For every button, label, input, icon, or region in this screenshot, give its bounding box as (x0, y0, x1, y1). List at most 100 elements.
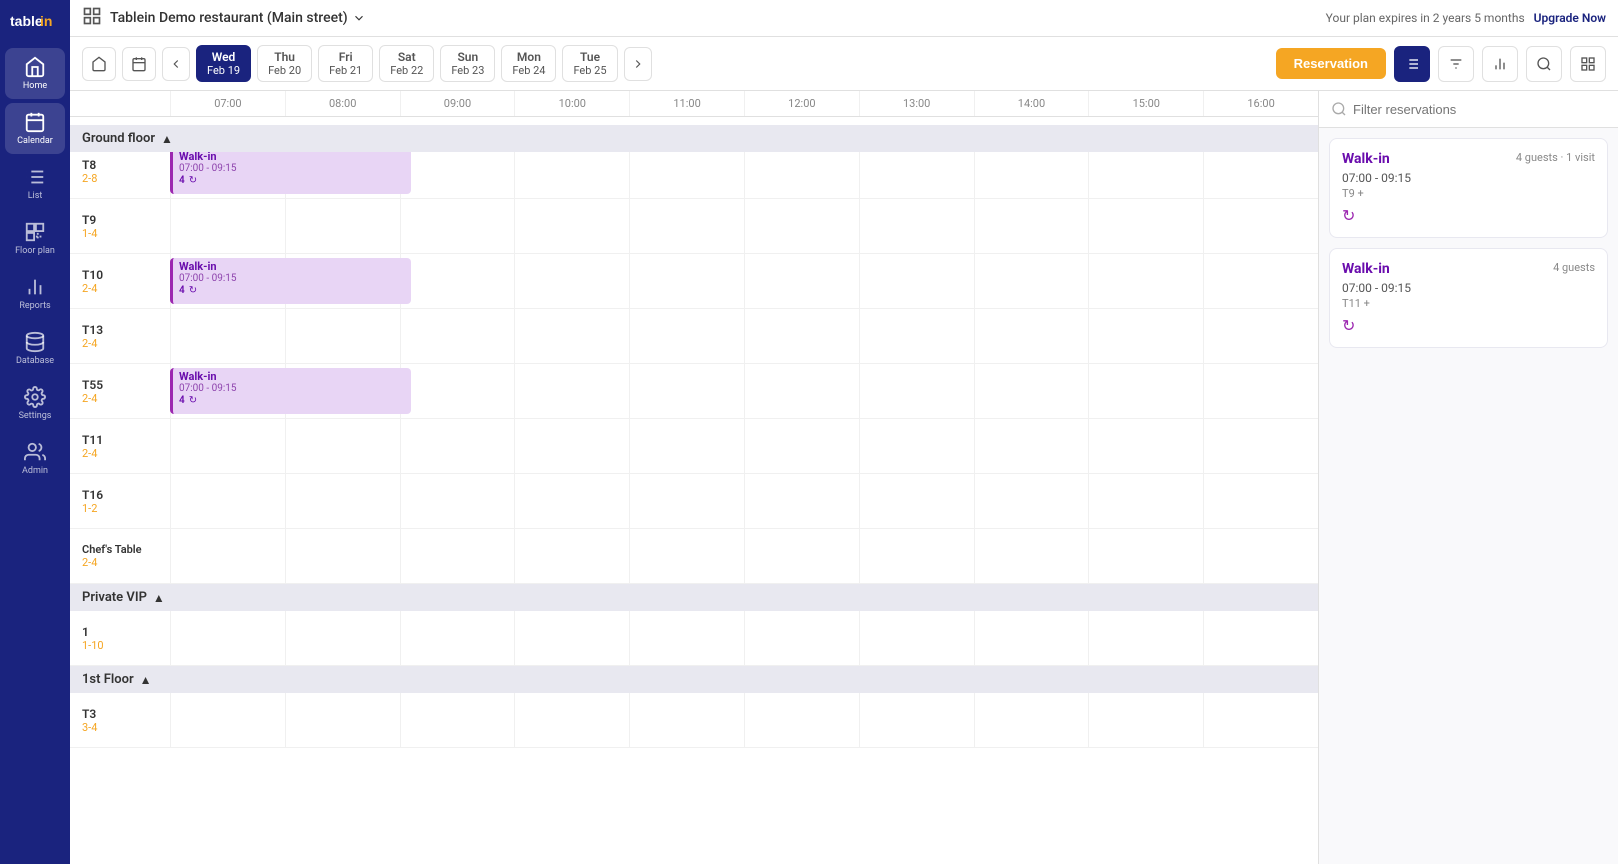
ground-floor-label: Ground floor (82, 131, 155, 146)
table-label-T55: T55 2-4 (70, 374, 170, 409)
sidebar-item-reports[interactable]: Reports (5, 268, 65, 319)
plan-notice: Your plan expires in 2 years 5 months Up… (1326, 11, 1606, 25)
walk-in-icon: ↻ (1342, 316, 1595, 335)
floor-1st: 1st Floor ▲ T3 3-4 (70, 666, 1318, 748)
sidebar-item-home[interactable]: Home (5, 48, 65, 99)
day-thu[interactable]: Thu Feb 20 (257, 45, 312, 82)
table-label-T13: T13 2-4 (70, 319, 170, 354)
timeline-cells-T16[interactable] (170, 474, 1318, 528)
sidebar-item-admin-label: Admin (22, 466, 48, 476)
app-logo: table in (10, 10, 60, 34)
sidebar-item-list[interactable]: List (5, 158, 65, 209)
list-icon (24, 166, 46, 188)
list-view-btn[interactable] (1394, 46, 1430, 82)
card-time: 07:00 - 09:15 (1342, 171, 1595, 185)
reservation-button[interactable]: Reservation (1276, 48, 1386, 79)
card-table: T9 + (1342, 187, 1595, 200)
chart-btn[interactable] (1482, 46, 1518, 82)
chevron-right-icon (631, 57, 645, 71)
svg-text:in: in (40, 13, 52, 29)
card-name: Walk-in (1342, 261, 1390, 277)
day-sun[interactable]: Sun Feb 23 (440, 45, 495, 82)
table-row: T13 2-4 (70, 309, 1318, 364)
grid-btn[interactable] (1570, 46, 1606, 82)
upgrade-link[interactable]: Upgrade Now (1534, 11, 1606, 25)
time-07: 07:00 (170, 91, 285, 116)
timeline-cells-T13[interactable] (170, 309, 1318, 363)
home-btn[interactable] (82, 47, 116, 81)
day-sat[interactable]: Sat Feb 22 (379, 45, 434, 82)
timeline-cells-T11[interactable] (170, 419, 1318, 473)
floor-1st-header[interactable]: 1st Floor ▲ (70, 666, 1318, 693)
day-mon[interactable]: Mon Feb 24 (501, 45, 556, 82)
timeline-cells-T55[interactable]: Walk-in 07:00 - 09:15 4 ↻ (170, 364, 1318, 418)
floor-plan-icon (24, 221, 46, 243)
sidebar-item-database[interactable]: Database (5, 323, 65, 374)
sidebar-item-floor-plan[interactable]: Floor plan (5, 213, 65, 264)
timeline-cells-T9[interactable] (170, 199, 1318, 253)
floor-ground-header[interactable]: Ground floor ▲ (70, 125, 1318, 152)
table-label-T8: T8 2-8 (70, 154, 170, 189)
sidebar: table in Home Calendar List Floor plan R… (0, 0, 70, 864)
table-label-T11: T11 2-4 (70, 429, 170, 464)
filter-bar (1319, 91, 1618, 128)
time-12: 12:00 (744, 91, 859, 116)
floor-private-vip-header[interactable]: Private VIP ▲ (70, 584, 1318, 611)
prev-week-btn[interactable] (162, 47, 190, 81)
reservation-block-T10[interactable]: Walk-in 07:00 - 09:15 4 ↻ (170, 258, 411, 304)
timeline-cells-T3[interactable] (170, 693, 1318, 747)
reservation-block-T55[interactable]: Walk-in 07:00 - 09:15 4 ↻ (170, 368, 411, 414)
calendar-nav-icon (131, 56, 147, 72)
table-row: T3 3-4 (70, 693, 1318, 748)
timeline-cells-T10[interactable]: Walk-in 07:00 - 09:15 4 ↻ (170, 254, 1318, 308)
table-row: Chef's Table 2-4 (70, 529, 1318, 584)
floor-private-vip: Private VIP ▲ 1 1-10 (70, 584, 1318, 666)
reports-icon (24, 276, 46, 298)
card-table: T11 + (1342, 297, 1595, 310)
calendar-view-btn[interactable] (122, 47, 156, 81)
card-header: Walk-in 4 guests · 1 visit (1342, 151, 1595, 167)
search-icon (1536, 56, 1552, 72)
sidebar-item-calendar[interactable]: Calendar (5, 103, 65, 154)
menu-icon[interactable] (82, 6, 102, 30)
home-icon (24, 56, 46, 78)
timeline-cells-chefs-table[interactable] (170, 529, 1318, 583)
topbar: Tablein Demo restaurant (Main street) Yo… (70, 0, 1618, 37)
card-header: Walk-in 4 guests (1342, 261, 1595, 277)
next-week-btn[interactable] (624, 47, 652, 81)
reservation-card[interactable]: Walk-in 4 guests 07:00 - 09:15 T11 + ↻ (1329, 248, 1608, 348)
card-time: 07:00 - 09:15 (1342, 281, 1595, 295)
reservation-card[interactable]: Walk-in 4 guests · 1 visit 07:00 - 09:15… (1329, 138, 1608, 238)
table-row: T10 2-4 Walk-in 07:00 - 09:15 4 ↻ (70, 254, 1318, 309)
dropdown-icon (352, 11, 366, 25)
day-tue[interactable]: Tue Feb 25 (562, 45, 617, 82)
timeline-cells-T8[interactable]: Walk-in 07:00 - 09:15 4 ↻ (170, 144, 1318, 198)
time-11: 11:00 (629, 91, 744, 116)
table-label-T10: T10 2-4 (70, 264, 170, 299)
toolbar-right: Reservation (1276, 46, 1606, 82)
calendar-icon (24, 111, 46, 133)
time-08: 08:00 (285, 91, 400, 116)
reservation-block-T8[interactable]: Walk-in 07:00 - 09:15 4 ↻ (170, 148, 411, 194)
day-wed[interactable]: Wed Feb 19 (196, 45, 251, 82)
sidebar-item-list-label: List (28, 191, 43, 201)
sidebar-item-reports-label: Reports (19, 301, 50, 311)
right-panel: Walk-in 4 guests · 1 visit 07:00 - 09:15… (1318, 91, 1618, 864)
table-row: 1 1-10 (70, 611, 1318, 666)
sidebar-item-admin[interactable]: Admin (5, 433, 65, 484)
time-14: 14:00 (974, 91, 1089, 116)
main-content: Tablein Demo restaurant (Main street) Yo… (70, 0, 1618, 864)
sidebar-item-settings[interactable]: Settings (5, 378, 65, 429)
search-btn[interactable] (1526, 46, 1562, 82)
filter-input[interactable] (1353, 102, 1606, 117)
grid-icon (1580, 56, 1596, 72)
database-icon (24, 331, 46, 353)
timeline-cells-1[interactable] (170, 611, 1318, 665)
table-label-chefs-table: Chef's Table 2-4 (70, 539, 170, 573)
sidebar-item-database-label: Database (16, 356, 54, 366)
time-header: 07:00 08:00 09:00 10:00 11:00 12:00 13:0… (70, 91, 1318, 117)
filter-btn[interactable] (1438, 46, 1474, 82)
calendar-toolbar: Wed Feb 19 Thu Feb 20 Fri Feb 21 Sat Feb… (70, 37, 1618, 91)
day-fri[interactable]: Fri Feb 21 (318, 45, 373, 82)
restaurant-name[interactable]: Tablein Demo restaurant (Main street) (110, 10, 366, 26)
